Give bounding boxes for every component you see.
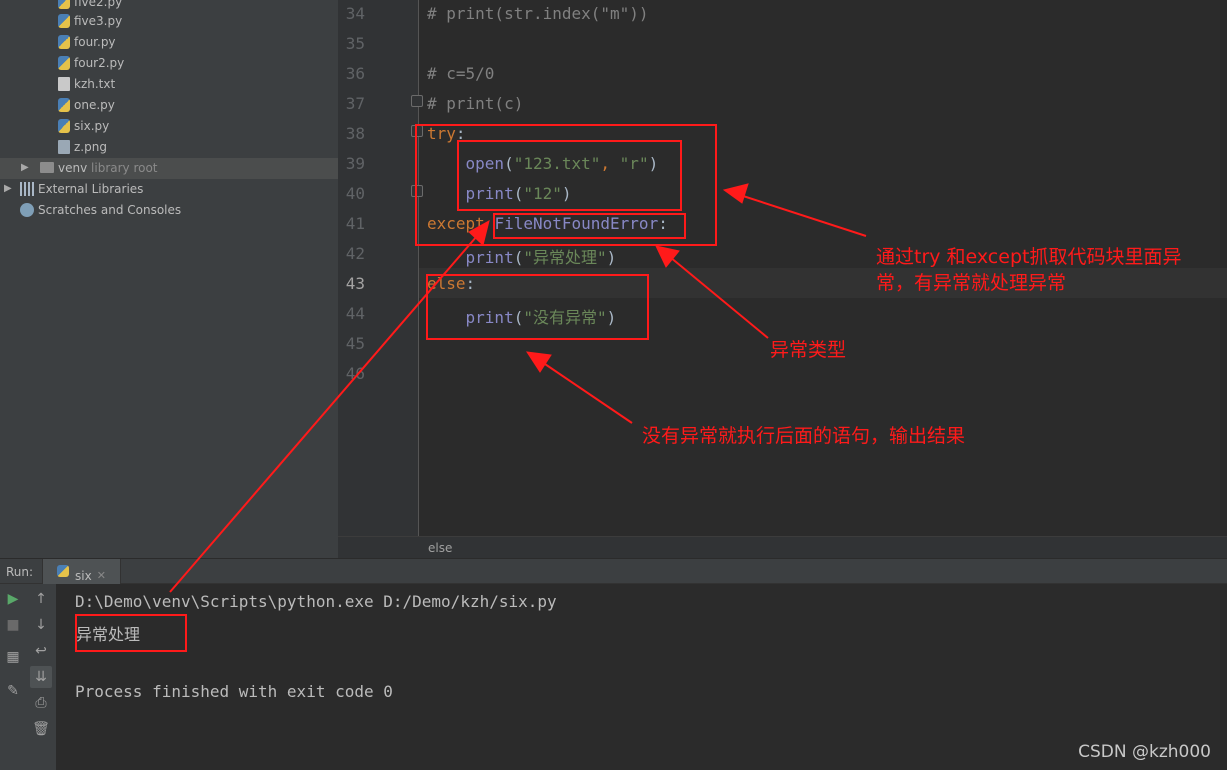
line-number: 46	[345, 364, 365, 383]
scroll-up-icon[interactable]: ↑	[30, 588, 52, 610]
line-number: 36	[345, 64, 365, 83]
trash-icon[interactable]: 🗑	[30, 718, 52, 740]
tree-file-four[interactable]: four.py	[58, 32, 116, 53]
layout-icon[interactable]: ▦	[2, 646, 24, 668]
stop-icon[interactable]: ■	[2, 614, 24, 636]
line-number: 41	[345, 214, 365, 233]
scratches-icon	[20, 202, 34, 217]
console-line: D:\Demo\venv\Scripts\python.exe D:/Demo/…	[75, 592, 557, 611]
run-toolbar: ▶ ↑ ■ ↓ ↩ ▦ ⇊ ✎ ⎙ 🗑	[0, 584, 56, 770]
expand-arrow-icon[interactable]: ▶	[21, 162, 29, 173]
python-file-icon	[58, 13, 70, 28]
editor-breadcrumb[interactable]: else	[338, 536, 1227, 559]
run-toolwindow-header: Run: six ✕	[0, 558, 1227, 584]
text-file-icon	[58, 76, 70, 91]
line-number: 44	[345, 304, 365, 323]
line-number: 35	[345, 34, 365, 53]
annotation-box-output	[75, 614, 187, 652]
close-icon[interactable]: ✕	[97, 569, 106, 582]
tree-folder-venv[interactable]: venv library root	[40, 158, 158, 179]
breadcrumb-item[interactable]: else	[428, 541, 452, 555]
run-console[interactable]: D:\Demo\venv\Scripts\python.exe D:/Demo/…	[56, 584, 1227, 770]
tree-file-kzh-txt[interactable]: kzh.txt	[58, 74, 115, 95]
annotation-note-try-except: 通过try 和except抓取代码块里面异 常，有异常就处理异常	[876, 244, 1221, 296]
code-line-36: # c=5/0	[427, 64, 495, 83]
annotation-note-else: 没有异常就执行后面的语句，输出结果	[642, 425, 966, 447]
library-icon	[20, 181, 34, 196]
project-tree-panel: five2.py five3.py four.py four2.py kzh.t…	[0, 0, 338, 558]
code-line-42: print("异常处理")	[465, 248, 617, 267]
print-icon[interactable]: ⎙	[30, 692, 52, 714]
expand-arrow-icon[interactable]: ▶	[4, 183, 12, 194]
python-file-icon	[57, 565, 69, 577]
annotation-box-else	[426, 274, 649, 340]
python-file-icon	[58, 55, 70, 70]
scroll-to-end-icon[interactable]: ⇊	[30, 666, 52, 688]
line-number: 40	[345, 184, 365, 203]
tree-scratches[interactable]: Scratches and Consoles	[20, 200, 181, 221]
run-tab-six[interactable]: six ✕	[42, 559, 121, 584]
tree-file-z-png[interactable]: z.png	[58, 137, 107, 158]
annotation-note-exception-type: 异常类型	[770, 339, 847, 361]
line-number: 39	[345, 154, 365, 173]
line-number: 37	[345, 94, 365, 113]
console-line: Process finished with exit code 0	[75, 682, 393, 701]
rerun-icon[interactable]: ▶	[2, 588, 24, 610]
tree-file-five3[interactable]: five3.py	[58, 11, 122, 32]
tree-external-libraries[interactable]: External Libraries	[20, 179, 143, 200]
annotation-box-exception-type	[493, 213, 686, 239]
python-file-icon	[58, 0, 70, 9]
soft-wrap-icon[interactable]: ↩	[30, 640, 52, 662]
watermark: CSDN @kzh000	[1078, 742, 1211, 762]
code-line-37: # print(c)	[427, 94, 524, 113]
scroll-down-icon[interactable]: ↓	[30, 614, 52, 636]
line-number: 45	[345, 334, 365, 353]
tree-file-one[interactable]: one.py	[58, 95, 115, 116]
python-file-icon	[58, 97, 70, 112]
folder-icon	[40, 162, 54, 173]
fold-marker-icon[interactable]	[411, 95, 423, 107]
pin-icon[interactable]: ✎	[2, 680, 24, 702]
line-number: 34	[345, 4, 365, 23]
annotation-box-try-body	[457, 140, 682, 211]
python-file-icon	[58, 34, 70, 49]
line-number: 42	[345, 244, 365, 263]
run-label: Run:	[6, 565, 34, 579]
tree-file-six[interactable]: six.py	[58, 116, 109, 137]
tree-file-four2[interactable]: four2.py	[58, 53, 124, 74]
image-file-icon	[58, 139, 70, 154]
python-file-icon	[58, 118, 70, 133]
code-line-34: # print(str.index("m"))	[427, 4, 649, 23]
line-number: 38	[345, 124, 365, 143]
annotation-note-text: 通过try 和except抓取代码块里面异 常，有异常就处理异常	[876, 246, 1182, 294]
line-number-current: 43	[345, 274, 365, 293]
